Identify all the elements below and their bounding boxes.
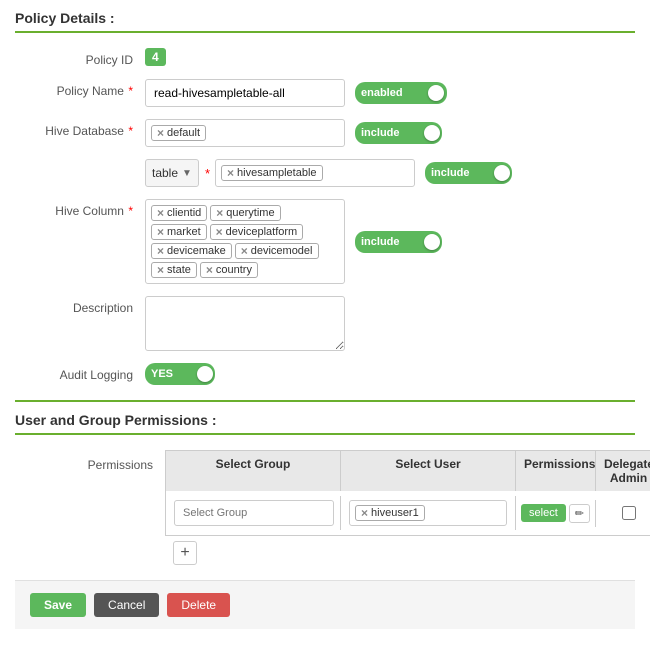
include-toggle-2[interactable]: include <box>425 162 512 184</box>
delegate-admin-checkbox[interactable] <box>622 506 636 520</box>
col-tag-querytime: × querytime <box>210 205 280 221</box>
description-control <box>145 296 635 351</box>
col-tag-deviceplatform: × deviceplatform <box>210 224 304 240</box>
table-type-dropdown[interactable]: table ▼ <box>145 159 199 187</box>
include-toggle-1[interactable]: include <box>355 122 442 144</box>
policy-name-label: Policy Name * <box>15 79 145 98</box>
audit-logging-control: YES <box>145 363 635 385</box>
col-tag-market: × market <box>151 224 207 240</box>
hive-database-control: × default include <box>145 119 635 147</box>
hive-table-tag-remove[interactable]: × <box>227 167 234 179</box>
policy-name-control: enabled <box>145 79 635 107</box>
permissions-table-container: Select Group Select User Permissions Del… <box>165 450 650 565</box>
select-group-input[interactable] <box>174 500 334 526</box>
permissions-header: Permissions <box>516 451 596 491</box>
hive-database-tag: × default <box>151 125 206 141</box>
hive-column-label: Hive Column * <box>15 199 145 218</box>
description-textarea[interactable] <box>145 296 345 351</box>
permissions-form-row: Permissions Select Group Select User Per… <box>35 450 635 565</box>
hive-database-tag-remove[interactable]: × <box>157 127 164 139</box>
policy-id-control: 4 <box>145 48 635 66</box>
select-group-header: Select Group <box>166 451 341 491</box>
select-user-cell: × hiveuser1 <box>341 496 516 530</box>
policy-id-badge: 4 <box>145 48 166 66</box>
audit-logging-row: Audit Logging YES <box>15 363 635 385</box>
policy-name-row: Policy Name * enabled <box>15 79 635 107</box>
table-spacer-label <box>15 159 145 164</box>
edit-permissions-button[interactable]: ✏ <box>569 504 590 523</box>
select-group-cell <box>166 496 341 530</box>
permissions-data-row: × hiveuser1 select ✏ <box>165 491 650 536</box>
select-permissions-button[interactable]: select <box>521 504 566 522</box>
audit-yes-label: YES <box>145 363 179 385</box>
include-label-2: include <box>425 162 476 184</box>
col-tag-clientid: × clientid <box>151 205 207 221</box>
policy-id-label: Policy ID <box>15 48 145 67</box>
select-user-tag-input[interactable]: × hiveuser1 <box>349 500 507 526</box>
description-row: Description <box>15 296 635 351</box>
select-user-header: Select User <box>341 451 516 491</box>
col-tag-country: × country <box>200 262 258 278</box>
save-button[interactable]: Save <box>30 593 86 617</box>
hive-database-label: Hive Database * <box>15 119 145 138</box>
add-row-button[interactable]: + <box>173 541 197 565</box>
permissions-header-row: Select Group Select User Permissions Del… <box>165 450 650 491</box>
hive-database-row: Hive Database * × default include <box>15 119 635 147</box>
audit-logging-label: Audit Logging <box>15 363 145 382</box>
footer-buttons: Save Cancel Delete <box>15 580 635 629</box>
policy-details-title: Policy Details : <box>15 10 635 33</box>
hive-database-tag-input[interactable]: × default <box>145 119 345 147</box>
delegate-admin-cell <box>596 502 650 524</box>
include-label-1: include <box>355 122 406 144</box>
delete-button[interactable]: Delete <box>167 593 230 617</box>
permissions-section: User and Group Permissions : Permissions… <box>15 400 635 565</box>
hive-column-tag-input[interactable]: × clientid × querytime × market × device… <box>145 199 345 284</box>
description-label: Description <box>15 296 145 315</box>
permissions-label: Permissions <box>35 450 165 565</box>
permissions-section-title: User and Group Permissions : <box>15 412 635 435</box>
enabled-toggle[interactable]: enabled <box>355 82 447 104</box>
user-tag-hiveuser1: × hiveuser1 <box>355 505 425 521</box>
col-tag-state: × state <box>151 262 197 278</box>
audit-toggle[interactable]: YES <box>145 363 215 385</box>
hive-table-tag-input[interactable]: × hivesampletable <box>215 159 415 187</box>
policy-name-input[interactable] <box>145 79 345 107</box>
section-policy-details: Policy Details : Policy ID 4 Policy Name… <box>15 10 635 385</box>
hive-column-row: Hive Column * × clientid × querytime × m… <box>15 199 635 284</box>
enabled-label: enabled <box>355 82 409 104</box>
table-control: table ▼ * × hivesampletable include <box>145 159 635 187</box>
user-tag-remove[interactable]: × <box>361 507 368 519</box>
dropdown-arrow-icon: ▼ <box>182 168 192 179</box>
col-tag-devicemodel: × devicemodel <box>235 243 319 259</box>
delegate-admin-header: Delegate Admin <box>596 451 650 491</box>
col-tag-devicemake: × devicemake <box>151 243 232 259</box>
hive-column-control: × clientid × querytime × market × device… <box>145 199 635 284</box>
table-row-form: table ▼ * × hivesampletable include <box>15 159 635 187</box>
permissions-buttons-cell: select ✏ <box>516 500 596 527</box>
include-label-3: include <box>355 231 406 253</box>
include-toggle-3[interactable]: include <box>355 231 442 253</box>
cancel-button[interactable]: Cancel <box>94 593 159 617</box>
hive-table-tag: × hivesampletable <box>221 165 323 181</box>
policy-id-row: Policy ID 4 <box>15 48 635 67</box>
